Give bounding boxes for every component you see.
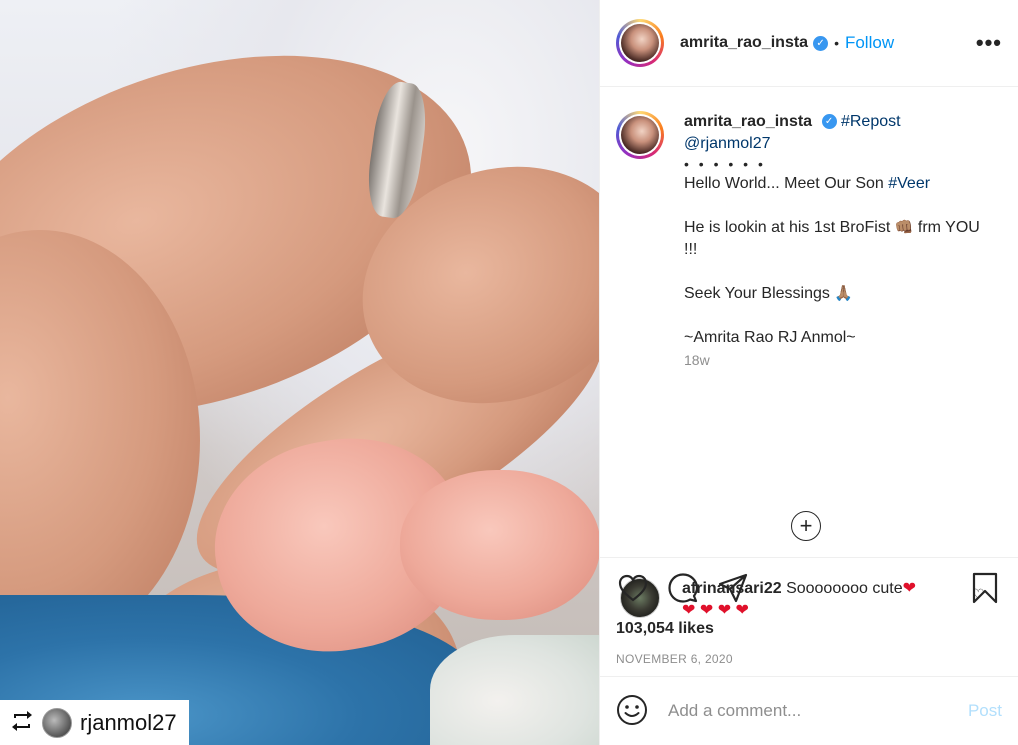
baby-arm xyxy=(400,470,599,620)
likes-count[interactable]: 103,054 likes xyxy=(616,620,1002,638)
hashtag-repost[interactable]: #Repost xyxy=(841,113,901,130)
post-details-panel: amrita_rao_insta ✓ • Follow ••• amrita_r… xyxy=(599,0,1018,745)
caption-body: amrita_rao_insta ✓ #Repost @rjanmol27 • … xyxy=(684,111,984,371)
comments-area[interactable]: amrita_rao_insta ✓ #Repost @rjanmol27 • … xyxy=(600,87,1018,619)
header-avatar[interactable] xyxy=(616,19,664,67)
post-header: amrita_rao_insta ✓ • Follow ••• xyxy=(600,0,1018,87)
repost-tag[interactable]: rjanmol27 xyxy=(0,700,189,745)
verified-badge-icon: ✓ xyxy=(821,114,837,130)
action-icons xyxy=(616,558,1002,618)
share-plane-icon[interactable] xyxy=(716,571,750,605)
repost-icon xyxy=(10,710,34,736)
add-comment-bar: Post xyxy=(600,676,1018,745)
more-options-icon[interactable]: ••• xyxy=(976,30,1002,56)
caption-avatar[interactable] xyxy=(616,111,664,159)
repost-username[interactable]: rjanmol27 xyxy=(80,710,177,736)
comment-input[interactable] xyxy=(668,701,958,721)
white-cloth xyxy=(430,635,599,745)
emoji-picker-icon[interactable] xyxy=(616,694,650,728)
fist-emoji-icon: 👊🏽 xyxy=(894,219,914,236)
follow-button[interactable]: Follow xyxy=(845,33,894,53)
like-heart-icon[interactable] xyxy=(616,571,650,605)
post-date[interactable]: NOVEMBER 6, 2020 xyxy=(616,652,1002,666)
caption-line-1: Hello World... Meet Our Son xyxy=(684,175,889,192)
actions-area: 103,054 likes NOVEMBER 6, 2020 xyxy=(600,557,1018,666)
header-separator: • xyxy=(834,35,839,51)
hashtag-veer[interactable]: #Veer xyxy=(888,175,930,192)
caption-line-3: Seek Your Blessings xyxy=(684,285,835,302)
load-more-comments-icon[interactable]: + xyxy=(791,511,821,541)
post-photo[interactable]: rjanmol27 xyxy=(0,0,599,745)
post-age[interactable]: 18w xyxy=(684,349,984,371)
pray-emoji-icon: 🙏🏽 xyxy=(834,285,854,302)
comment-bubble-icon[interactable] xyxy=(666,571,700,605)
caption-username[interactable]: amrita_rao_insta xyxy=(684,113,812,130)
caption-line-4: ~Amrita Rao RJ Anmol~ xyxy=(684,329,856,346)
header-username[interactable]: amrita_rao_insta xyxy=(680,34,808,52)
repost-avatar xyxy=(42,707,72,738)
caption: amrita_rao_insta ✓ #Repost @rjanmol27 • … xyxy=(616,111,1002,371)
caption-line-2: He is lookin at his 1st BroFist xyxy=(684,219,895,236)
bookmark-icon[interactable] xyxy=(968,571,1002,605)
post-comment-button[interactable]: Post xyxy=(968,701,1002,721)
mention-rjanmol27[interactable]: @rjanmol27 xyxy=(684,135,771,152)
caption-bullets: • • • • • • xyxy=(684,156,766,172)
verified-badge-icon: ✓ xyxy=(813,35,829,51)
